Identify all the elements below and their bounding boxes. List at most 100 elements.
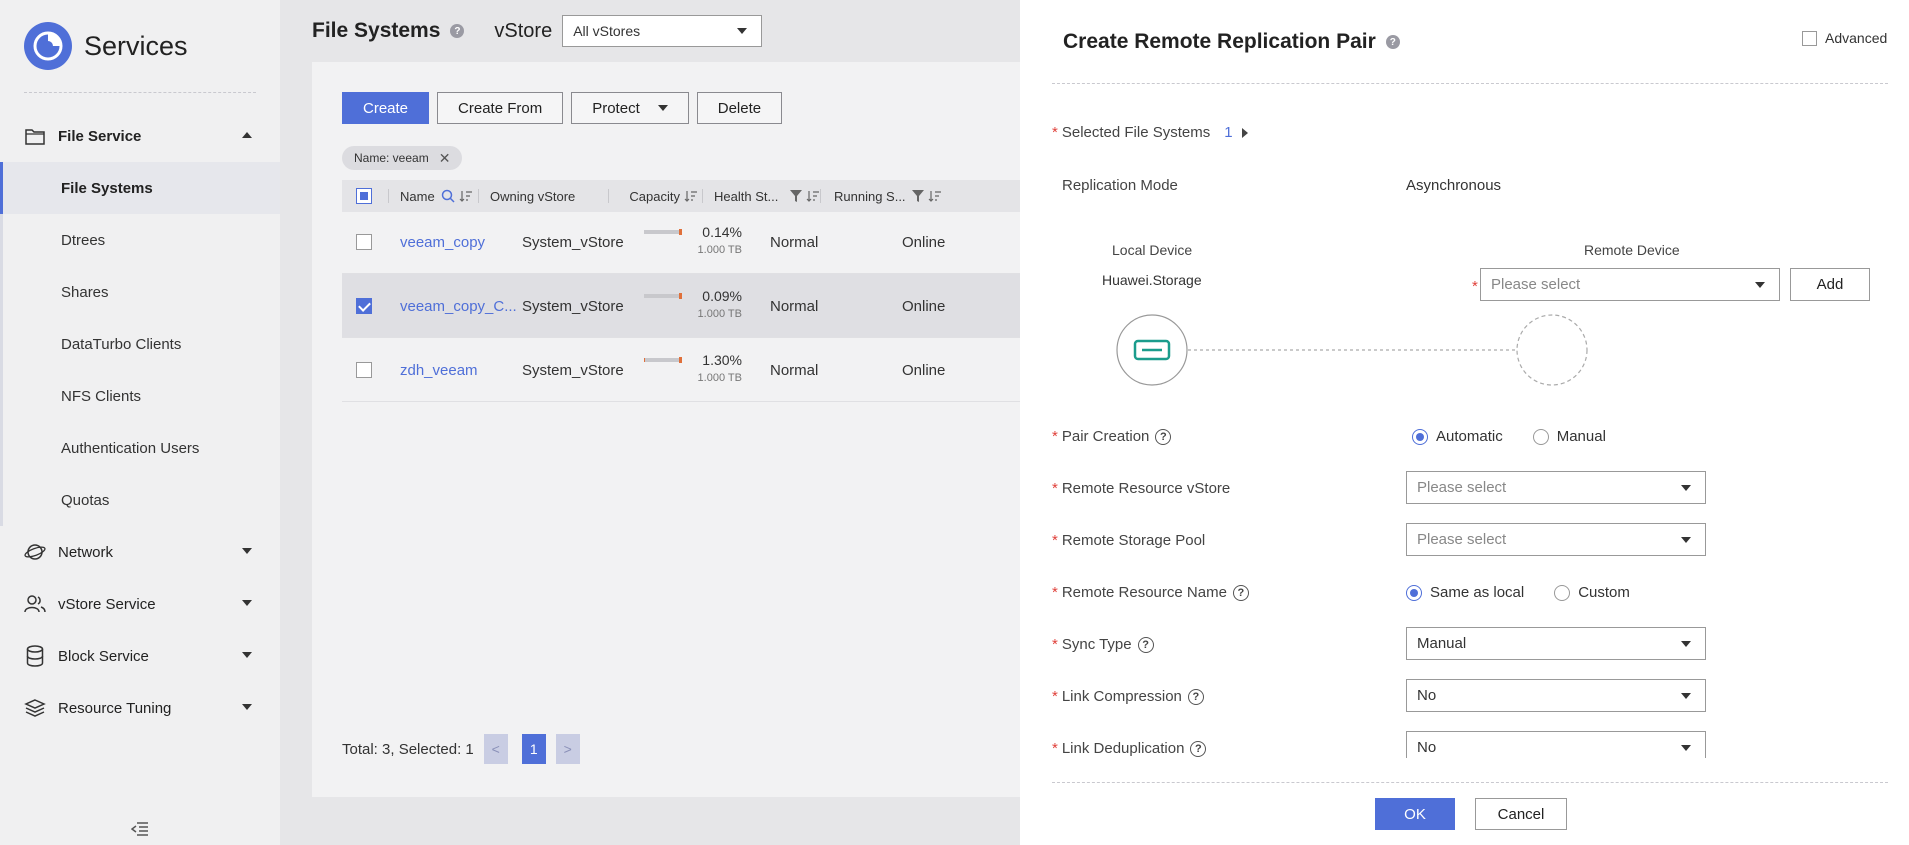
automatic-radio[interactable] [1412, 428, 1428, 445]
sort-icon[interactable] [684, 190, 698, 202]
sidebar-item-label: DataTurbo Clients [61, 335, 182, 353]
help-circle-icon[interactable]: ? [1190, 740, 1207, 757]
capacity-percent: 0.14% [702, 224, 742, 240]
prev-page-button[interactable]: < [483, 734, 508, 764]
sidebar-item-label: Shares [61, 283, 109, 301]
sort-icon[interactable] [459, 190, 473, 202]
file-system-name-link[interactable]: veeam_copy [400, 210, 485, 274]
add-remote-device-button[interactable]: Add [1790, 268, 1870, 301]
dialog-title-text: Create Remote Replication Pair [1063, 30, 1376, 53]
sidebar-item-authentication-users[interactable]: Authentication Users [0, 422, 280, 474]
nav-group-label: File Service [58, 127, 142, 145]
nav-group-file-service[interactable]: File Service [0, 110, 280, 162]
row-checkbox[interactable] [356, 274, 372, 338]
capacity-total: 1.000 TB [697, 244, 742, 256]
capacity-percent: 0.09% [702, 288, 742, 304]
remote-device-label: Remote Device [1584, 242, 1680, 258]
protect-button[interactable]: Protect [571, 92, 689, 124]
filter-icon[interactable] [911, 190, 924, 202]
owning-vstore-cell: System_vStore [522, 361, 624, 379]
help-circle-icon[interactable]: ? [1232, 584, 1249, 601]
table-row[interactable]: veeam_copy_C... System_vStore 0.09% 1.00… [342, 274, 1044, 338]
remote-storage-pool-select[interactable]: Please select [1406, 523, 1706, 556]
remote-vstore-select[interactable]: Please select [1406, 471, 1706, 504]
row-checkbox[interactable] [356, 210, 372, 274]
help-icon[interactable]: ? [450, 24, 465, 38]
file-system-name-link[interactable]: zdh_veeam [400, 338, 478, 402]
link-compression-select[interactable]: No [1406, 679, 1706, 712]
sync-type-select[interactable]: Manual [1406, 627, 1706, 660]
advanced-checkbox[interactable]: Advanced [1802, 30, 1887, 46]
folder-icon [24, 125, 46, 147]
same-as-local-radio[interactable] [1406, 584, 1422, 601]
nav-group-label: Resource Tuning [58, 699, 172, 717]
nav-group-network[interactable]: Network [0, 526, 280, 578]
create-from-button[interactable]: Create From [437, 92, 564, 124]
sidebar-item-label: Dtrees [61, 231, 106, 249]
next-page-button[interactable]: > [555, 734, 580, 764]
custom-radio[interactable] [1554, 584, 1571, 601]
sidebar-item-quotas[interactable]: Quotas [0, 474, 280, 526]
capacity-bar [644, 293, 682, 299]
delete-button[interactable]: Delete [696, 92, 783, 124]
database-icon [24, 645, 46, 667]
select-all-checkbox[interactable] [356, 180, 372, 212]
help-circle-icon[interactable]: ? [1187, 688, 1204, 705]
column-header-owning-vstore: Owning vStore [490, 180, 575, 212]
cancel-button[interactable]: Cancel [1475, 798, 1567, 830]
capacity-bar [644, 229, 682, 235]
page-number-button[interactable]: 1 [521, 734, 546, 764]
selected-file-systems-count[interactable]: 1 [1224, 124, 1232, 141]
column-header-capacity[interactable]: Capacity [628, 180, 680, 212]
close-icon[interactable]: ✕ [439, 150, 451, 167]
expand-arrow-icon[interactable] [1241, 127, 1249, 138]
help-icon[interactable]: ? [1385, 35, 1400, 49]
advanced-checkbox-box[interactable] [1802, 30, 1817, 46]
sidebar-item-nfs-clients[interactable]: NFS Clients [0, 370, 280, 422]
remote-resource-name-label: * Remote Resource Name? [1052, 584, 1249, 601]
layers-icon [24, 697, 46, 719]
table-row[interactable]: zdh_veeam System_vStore 1.30% 1.000 TB N… [342, 338, 1044, 402]
search-icon[interactable] [441, 189, 455, 203]
file-system-name-link[interactable]: veeam_copy_C... [400, 274, 517, 338]
sidebar-item-dtrees[interactable]: Dtrees [0, 214, 280, 266]
column-header-health-status[interactable]: Health St... [714, 180, 820, 212]
nav-group-block-service[interactable]: Block Service [0, 630, 280, 682]
column-header-label: Running S... [834, 188, 906, 204]
filter-icon[interactable] [790, 190, 803, 202]
sort-icon[interactable] [928, 190, 942, 202]
page-header: File Systems ? vStore All vStores [312, 14, 763, 48]
nav-group-resource-tuning[interactable]: Resource Tuning [0, 682, 280, 734]
column-header-running-status[interactable]: Running S... [834, 180, 942, 212]
replication-mode-value: Asynchronous [1406, 177, 1502, 194]
link-deduplication-select[interactable]: No [1406, 731, 1706, 758]
required-marker: * [1472, 278, 1478, 295]
column-divider [388, 189, 389, 203]
help-circle-icon[interactable]: ? [1155, 428, 1172, 445]
sort-icon[interactable] [806, 190, 820, 202]
dialog-divider [1052, 782, 1888, 783]
sidebar-item-shares[interactable]: Shares [0, 266, 280, 318]
collapse-sidebar-icon[interactable] [130, 822, 149, 840]
ok-button[interactable]: OK [1375, 798, 1455, 830]
remote-device-select[interactable]: Please select [1480, 268, 1780, 301]
pair-creation-label: * Pair Creation? [1052, 428, 1172, 445]
column-divider [608, 189, 609, 203]
dropdown-arrow-icon [1681, 485, 1691, 491]
column-header-name[interactable]: Name [400, 180, 473, 212]
create-button[interactable]: Create [342, 92, 430, 124]
vstore-select[interactable]: All vStores [562, 15, 763, 47]
column-header-label: Capacity [629, 188, 680, 204]
remote-storage-pool-placeholder: Please select [1417, 531, 1507, 548]
table-row[interactable]: veeam_copy System_vStore 0.14% 1.000 TB … [342, 210, 1044, 274]
help-circle-icon[interactable]: ? [1137, 636, 1154, 653]
sidebar-item-file-systems[interactable]: File Systems [0, 162, 280, 214]
nav-group-vstore-service[interactable]: vStore Service [0, 578, 280, 630]
nav-group-label: vStore Service [58, 595, 156, 613]
sidebar-item-dataturbo-clients[interactable]: DataTurbo Clients [0, 318, 280, 370]
manual-radio[interactable] [1532, 428, 1549, 445]
row-checkbox[interactable] [356, 338, 372, 402]
nav-group-label: Network [58, 543, 114, 561]
file-systems-panel: Create Create From Protect Delete Name: … [312, 62, 1045, 797]
field-label: Pair Creation [1061, 428, 1150, 445]
